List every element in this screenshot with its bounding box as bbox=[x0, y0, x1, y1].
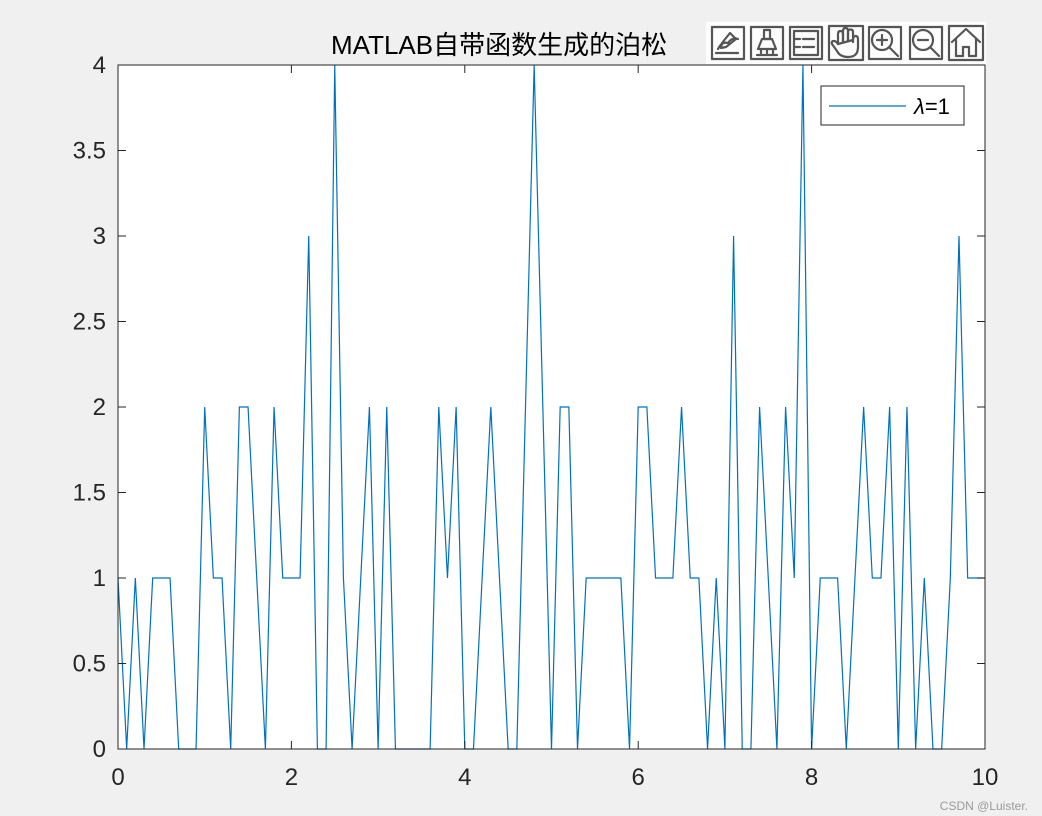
y-tick-label: 1.5 bbox=[73, 480, 106, 507]
x-tick-label: 0 bbox=[111, 764, 124, 791]
y-tick-label: 0.5 bbox=[73, 651, 106, 678]
y-tick-label: 3.5 bbox=[73, 138, 106, 165]
chart-title: MATLAB自带函数生成的泊松 bbox=[331, 30, 667, 60]
axes-toolbar bbox=[706, 22, 986, 64]
x-tick-label: 6 bbox=[632, 764, 645, 791]
watermark: CSDN @Luister. bbox=[940, 799, 1028, 813]
y-tick-label: 3 bbox=[93, 223, 106, 250]
x-tick-label: 4 bbox=[458, 764, 471, 791]
y-tick-label: 4 bbox=[93, 52, 106, 79]
y-tick-label: 1 bbox=[93, 565, 106, 592]
x-tick-label: 10 bbox=[972, 764, 999, 791]
y-tick-label: 2.5 bbox=[73, 309, 106, 336]
y-tick-label: 2 bbox=[93, 394, 106, 421]
matlab-figure: 0 2 4 6 8 10 0 0.5 1 1.5 2 2.5 3 3.5 4 MATLAB自带函数生成的泊松 bbox=[0, 0, 1042, 816]
x-tick-label: 2 bbox=[285, 764, 298, 791]
legend-label: λ=1 bbox=[913, 94, 950, 119]
legend[interactable]: λ=1 bbox=[820, 85, 965, 126]
legend-label-lambda: λ bbox=[913, 94, 925, 119]
x-tick-label: 8 bbox=[805, 764, 818, 791]
legend-label-value: =1 bbox=[925, 94, 950, 119]
y-tick-label: 0 bbox=[93, 736, 106, 763]
